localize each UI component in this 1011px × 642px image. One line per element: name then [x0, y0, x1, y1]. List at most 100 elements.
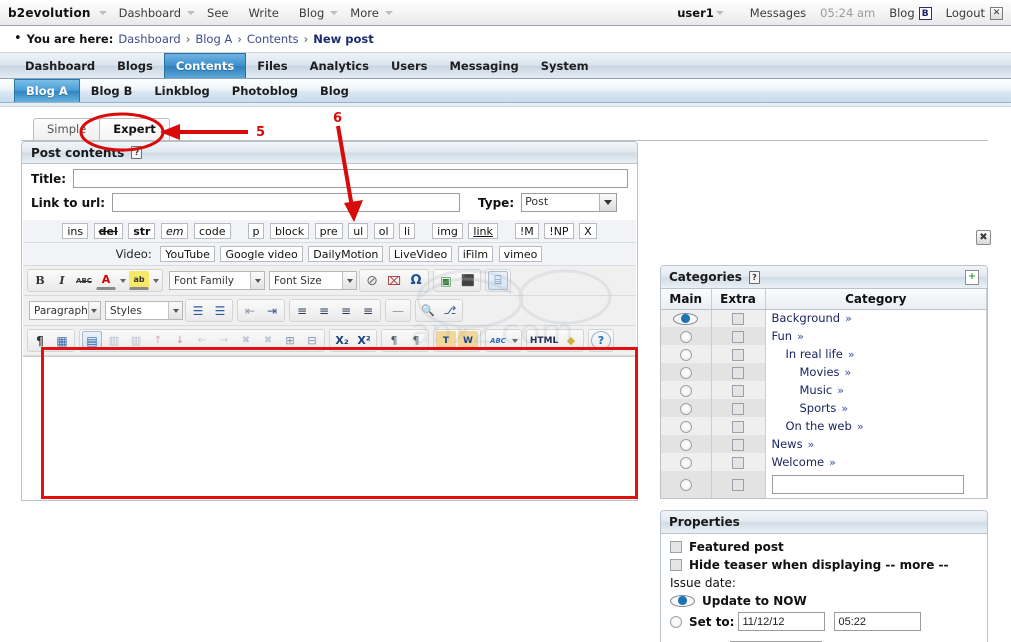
main-menu-messaging[interactable]: Messaging	[438, 53, 529, 78]
blog-link[interactable]: Blog	[889, 6, 914, 20]
quicktag-del[interactable]: del	[93, 223, 123, 239]
background-color-icon[interactable]: ab	[129, 271, 149, 290]
styles-select[interactable]: Styles	[105, 301, 183, 320]
insert-column-after-icon[interactable]: →	[214, 331, 234, 350]
top-nav-see[interactable]: See	[207, 6, 228, 20]
category-row[interactable]: Music »	[661, 381, 987, 399]
category-expand-icon[interactable]: »	[837, 384, 844, 397]
quicktag-pre[interactable]: pre	[314, 223, 343, 239]
table-row-properties-icon[interactable]: ▥	[104, 331, 124, 350]
category-main-radio[interactable]	[679, 402, 692, 415]
category-row[interactable]: Sports »	[661, 399, 987, 417]
cleanup-icon[interactable]: ◆	[561, 331, 581, 350]
sub-menu-blog-b[interactable]: Blog B	[80, 79, 144, 102]
quicktag-p[interactable]: p	[247, 223, 265, 239]
category-expand-icon[interactable]: »	[848, 348, 855, 361]
main-menu-system[interactable]: System	[530, 53, 600, 78]
category-main-radio[interactable]	[679, 420, 692, 433]
logout-close-icon[interactable]: ✕	[990, 6, 1003, 20]
bold-icon[interactable]: B	[30, 271, 50, 290]
main-menu-dashboard[interactable]: Dashboard	[14, 53, 106, 78]
top-nav-write[interactable]: Write	[249, 6, 279, 20]
video-dailymotion[interactable]: DailyMotion	[308, 246, 384, 262]
brand-chevron-down-icon[interactable]	[98, 10, 107, 15]
category-link[interactable]: Music	[800, 383, 833, 397]
spellcheck-icon[interactable]: ABC	[488, 331, 508, 350]
quicktag-em[interactable]: em	[160, 223, 189, 239]
category-link[interactable]: Sports	[800, 401, 837, 415]
delete-column-icon[interactable]: ✖	[258, 331, 278, 350]
insert-table-icon[interactable]: ▤	[82, 331, 102, 350]
merge-cells-icon[interactable]: ⊟	[302, 331, 322, 350]
category-link[interactable]: Movies	[800, 365, 840, 379]
categories-help-icon[interactable]: ?	[748, 270, 760, 284]
help-icon[interactable]: ?	[131, 146, 143, 159]
category-link[interactable]: Background	[772, 311, 841, 325]
horizontal-rule-icon[interactable]: —	[388, 301, 408, 320]
quicktag-nextpage[interactable]: !NP	[544, 223, 574, 239]
quicktag-str[interactable]: str	[128, 223, 156, 239]
category-link[interactable]: In real life	[786, 347, 843, 361]
category-row[interactable]: Fun »	[661, 327, 987, 345]
category-main-radio[interactable]	[679, 384, 692, 397]
category-link[interactable]: News	[772, 437, 803, 451]
main-menu-analytics[interactable]: Analytics	[299, 53, 380, 78]
sub-menu-photoblog[interactable]: Photoblog	[221, 79, 309, 102]
align-justify-icon[interactable]: ≡	[358, 301, 378, 320]
title-input[interactable]	[73, 169, 628, 188]
category-extra-checkbox[interactable]	[732, 402, 744, 415]
video-ifilm[interactable]: iFilm	[457, 246, 494, 262]
set-to-date-input[interactable]	[738, 612, 826, 631]
sub-menu-linkblog[interactable]: Linkblog	[143, 79, 220, 102]
quicktag-more[interactable]: !M	[514, 223, 539, 239]
main-menu-users[interactable]: Users	[380, 53, 439, 78]
update-now-radio[interactable]	[670, 595, 695, 607]
category-extra-checkbox[interactable]	[732, 456, 744, 469]
insert-row-before-icon[interactable]: ↑	[148, 331, 168, 350]
category-row[interactable]: Movies »	[661, 363, 987, 381]
unordered-list-icon[interactable]: ☰	[188, 301, 208, 320]
indent-icon[interactable]: ⇥	[262, 301, 282, 320]
category-expand-icon[interactable]: »	[808, 438, 815, 451]
outdent-icon[interactable]: ⇤	[240, 301, 260, 320]
logout-link[interactable]: Logout	[946, 6, 985, 20]
category-extra-checkbox[interactable]	[732, 384, 744, 397]
category-row[interactable]: Background »	[661, 309, 987, 327]
paste-from-word-icon[interactable]: W	[458, 331, 478, 350]
top-nav-more[interactable]: More	[350, 6, 379, 20]
insert-row-after-icon[interactable]: ↓	[170, 331, 190, 350]
type-select-chevron-down-icon[interactable]	[599, 194, 617, 211]
category-link[interactable]: Welcome	[772, 455, 825, 469]
split-cells-icon[interactable]: ⊞	[280, 331, 300, 350]
category-extra-checkbox[interactable]	[732, 312, 744, 325]
insert-template-icon[interactable]: ⌸	[488, 271, 508, 290]
spellcheck-chevron-down-icon[interactable]	[509, 331, 520, 350]
post-body-editor[interactable]	[23, 356, 636, 500]
text-color-chevron-down-icon[interactable]	[117, 271, 128, 290]
main-menu-contents[interactable]: Contents	[163, 53, 247, 78]
top-nav-more-chevron-down-icon[interactable]	[384, 10, 393, 15]
main-menu-blogs[interactable]: Blogs	[106, 53, 164, 78]
main-menu-files[interactable]: Files	[246, 53, 298, 78]
category-main-radio[interactable]	[679, 456, 692, 469]
video-livevideo[interactable]: LiveVideo	[388, 246, 453, 262]
breadcrumb-item-blog-a[interactable]: Blog A	[195, 32, 232, 46]
messages-link[interactable]: Messages	[750, 6, 806, 20]
featured-post-checkbox[interactable]	[670, 541, 682, 553]
editor-help-icon[interactable]: ?	[591, 331, 611, 350]
close-panel-icon[interactable]: ✖	[976, 230, 991, 245]
breadcrumb-item-contents[interactable]: Contents	[247, 32, 299, 46]
new-category-icon[interactable]: +	[965, 269, 979, 285]
user-chevron-down-icon[interactable]	[715, 11, 724, 15]
ordered-list-icon[interactable]: ☰	[210, 301, 230, 320]
direction-rtl-icon[interactable]: ¶	[406, 331, 426, 350]
category-extra-checkbox[interactable]	[732, 330, 744, 343]
quicktag-ul[interactable]: ul	[348, 223, 369, 239]
category-row[interactable]: Welcome »	[661, 453, 987, 471]
category-link[interactable]: On the web	[786, 419, 852, 433]
category-expand-icon[interactable]: »	[797, 330, 804, 343]
insert-image-icon[interactable]: ▣	[436, 271, 456, 290]
paragraph-chevron-down-icon[interactable]	[87, 302, 100, 319]
table-cell-properties-icon[interactable]: ▥	[126, 331, 146, 350]
blog-icon[interactable]: B	[918, 6, 932, 20]
